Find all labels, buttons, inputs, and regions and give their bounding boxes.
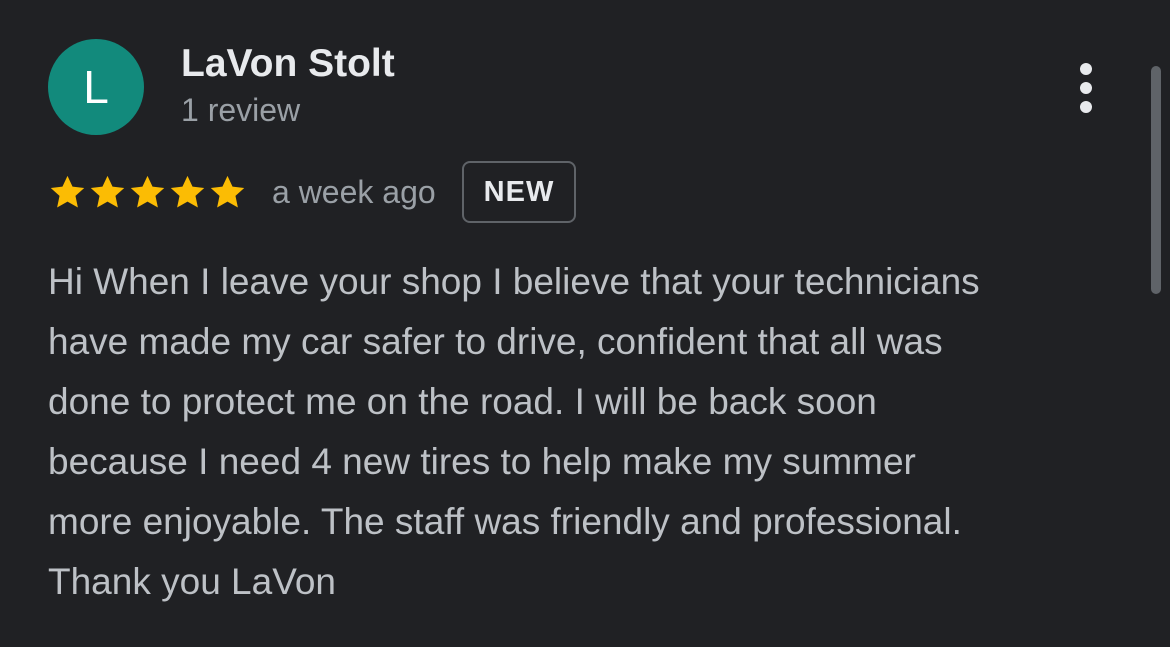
scrollbar-thumb[interactable] xyxy=(1151,66,1161,294)
star-rating xyxy=(48,173,247,212)
avatar[interactable]: L xyxy=(48,39,144,135)
star-icon xyxy=(170,175,205,207)
avatar-initial: L xyxy=(83,61,109,113)
star-icon xyxy=(210,175,245,207)
star-icon xyxy=(130,175,165,207)
reviewer-review-count[interactable]: 1 review xyxy=(181,92,300,129)
review-text: Hi When I leave your shop I believe that… xyxy=(48,261,980,602)
reviewer-name[interactable]: LaVon Stolt xyxy=(181,42,395,86)
review-date: a week ago xyxy=(272,173,436,210)
star-icon xyxy=(50,175,85,207)
more-options-button[interactable] xyxy=(1064,58,1108,118)
star-icon xyxy=(90,175,125,207)
rating-row: a week ago NEW xyxy=(48,160,577,224)
more-vert-icon xyxy=(1080,63,1092,113)
new-badge: NEW xyxy=(461,161,577,223)
